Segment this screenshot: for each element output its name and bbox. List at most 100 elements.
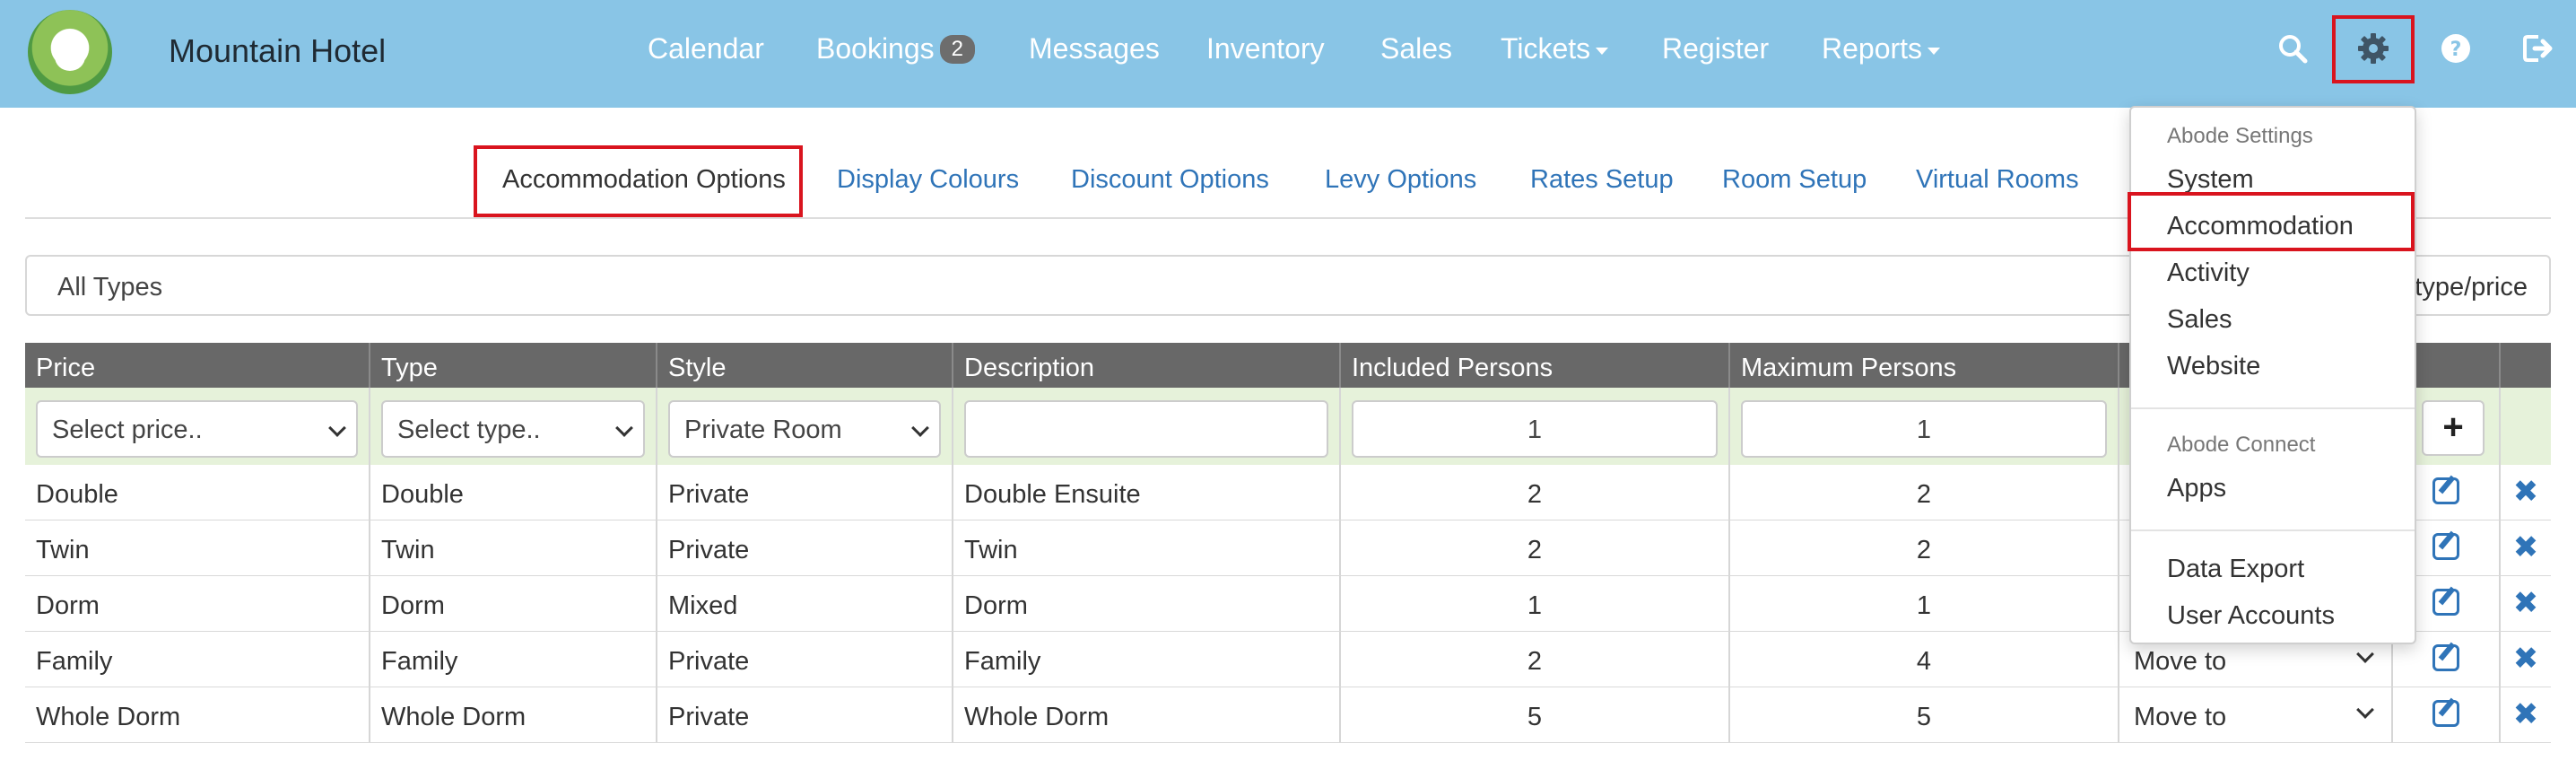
edit-icon[interactable] [2432,477,2459,504]
nav-register[interactable]: Register [1662,32,1769,66]
tab-display-colours[interactable]: Display Colours [837,165,1019,195]
nav-bookings-label: Bookings [816,32,935,65]
edit-icon[interactable] [2432,644,2459,671]
cell-description: Whole Dorm [964,703,1110,731]
bookings-count-badge: 2 [939,35,975,64]
cell-style: Private [668,536,750,564]
col-style[interactable]: Style [657,343,953,388]
type-select[interactable]: Select type.. [381,400,645,458]
move-to-label: Move to [2134,647,2227,676]
menu-item-user-accounts[interactable]: User Accounts [2167,601,2335,631]
nav-reports-label: Reports [1822,32,1923,65]
nav-tickets-label: Tickets [1501,32,1591,65]
included-persons-value: 1 [1527,415,1543,444]
chevron-down-icon [2356,701,2374,719]
svg-text:?: ? [2450,39,2462,61]
nav-messages[interactable]: Messages [1029,32,1160,66]
type-filter-hint: type/price [2415,273,2528,302]
cell-style: Private [668,480,750,509]
tab-rates-setup[interactable]: Rates Setup [1530,165,1674,195]
gear-highlight-box [2332,15,2415,83]
search-icon[interactable] [2271,27,2314,70]
cell-description: Dorm [964,591,1028,620]
nav-tickets[interactable]: Tickets [1501,32,1609,66]
logout-icon[interactable] [2517,27,2560,70]
col-included-persons[interactable]: Included Persons [1341,343,1730,388]
plus-icon: + [2442,407,2464,447]
menu-item-apps[interactable]: Apps [2167,474,2226,503]
cell-description: Family [964,647,1041,676]
col-type-label: Type [381,354,438,382]
cell-included: 2 [1527,536,1543,564]
move-to-select[interactable]: Move to [2119,687,2393,742]
cell-price: Dorm [36,591,100,620]
style-select[interactable]: Private Room [668,400,941,458]
top-navbar: Mountain Hotel Calendar Bookings 2 Messag… [0,0,2576,108]
add-row-button[interactable]: + [2422,400,2485,456]
nav-bookings[interactable]: Bookings 2 [816,32,975,66]
cell-price: Double [36,480,118,509]
dropdown-header-abode-settings: Abode Settings [2167,124,2313,148]
cell-maximum: 4 [1916,647,1932,676]
edit-icon[interactable] [2432,589,2459,616]
cell-style: Mixed [668,591,738,620]
cell-maximum: 2 [1916,480,1932,509]
edit-icon[interactable] [2432,533,2459,560]
close-icon[interactable]: ✖ [2501,641,2551,677]
chevron-down-icon [2356,645,2374,663]
nav-calendar[interactable]: Calendar [648,32,764,66]
close-icon[interactable]: ✖ [2501,529,2551,565]
cell-type: Family [381,647,458,676]
active-tab-highlight-box [474,145,803,217]
col-maximum-persons[interactable]: Maximum Persons [1730,343,2119,388]
maximum-persons-input[interactable]: 1 [1741,400,2107,458]
cell-description: Double Ensuite [964,480,1141,509]
menu-item-system[interactable]: System [2167,165,2254,195]
edit-icon[interactable] [2432,700,2459,727]
dropdown-header-abode-connect: Abode Connect [2167,433,2316,457]
menu-item-website[interactable]: Website [2167,352,2260,381]
col-delete [2501,343,2551,388]
col-price[interactable]: Price [25,343,370,388]
tab-virtual-rooms[interactable]: Virtual Rooms [1916,165,2079,195]
cell-maximum: 2 [1916,536,1932,564]
menu-item-data-export[interactable]: Data Export [2167,555,2304,584]
menu-item-activity[interactable]: Activity [2167,258,2250,288]
hotel-logo[interactable] [28,10,112,94]
cell-type: Dorm [381,591,445,620]
menu-item-sales[interactable]: Sales [2167,305,2232,335]
type-select-value: Select type.. [397,415,541,444]
hotel-name: Mountain Hotel [169,32,387,69]
nav-inventory[interactable]: Inventory [1206,32,1325,66]
description-input[interactable] [964,400,1328,458]
settings-dropdown-menu: Abode Settings System Accommodation Acti… [2129,106,2416,644]
close-icon[interactable]: ✖ [2501,474,2551,510]
menu-divider [2131,407,2415,409]
tab-levy-options[interactable]: Levy Options [1325,165,1476,195]
cell-included: 2 [1527,647,1543,676]
cell-description: Twin [964,536,1018,564]
move-to-label: Move to [2134,703,2227,731]
tab-discount-options[interactable]: Discount Options [1071,165,1269,195]
col-description-label: Description [964,354,1095,382]
close-icon[interactable]: ✖ [2501,696,2551,732]
help-icon[interactable]: ? [2434,27,2477,70]
cell-price: Family [36,647,113,676]
nav-reports[interactable]: Reports [1822,32,1941,66]
col-included-label: Included Persons [1352,354,1553,382]
chevron-down-icon [615,419,633,437]
cell-maximum: 5 [1916,703,1932,731]
col-type[interactable]: Type [370,343,657,388]
style-select-value: Private Room [684,415,842,444]
table-row: Whole Dorm Whole Dorm Private Whole Dorm… [25,687,2551,743]
cell-included: 5 [1527,703,1543,731]
price-select[interactable]: Select price.. [36,400,358,458]
nav-sales[interactable]: Sales [1380,32,1452,66]
cell-price: Twin [36,536,90,564]
tab-room-setup[interactable]: Room Setup [1722,165,1867,195]
menu-divider [2131,529,2415,531]
close-icon[interactable]: ✖ [2501,585,2551,621]
col-description[interactable]: Description [953,343,1341,388]
included-persons-input[interactable]: 1 [1352,400,1718,458]
caret-down-icon [1928,47,1941,55]
